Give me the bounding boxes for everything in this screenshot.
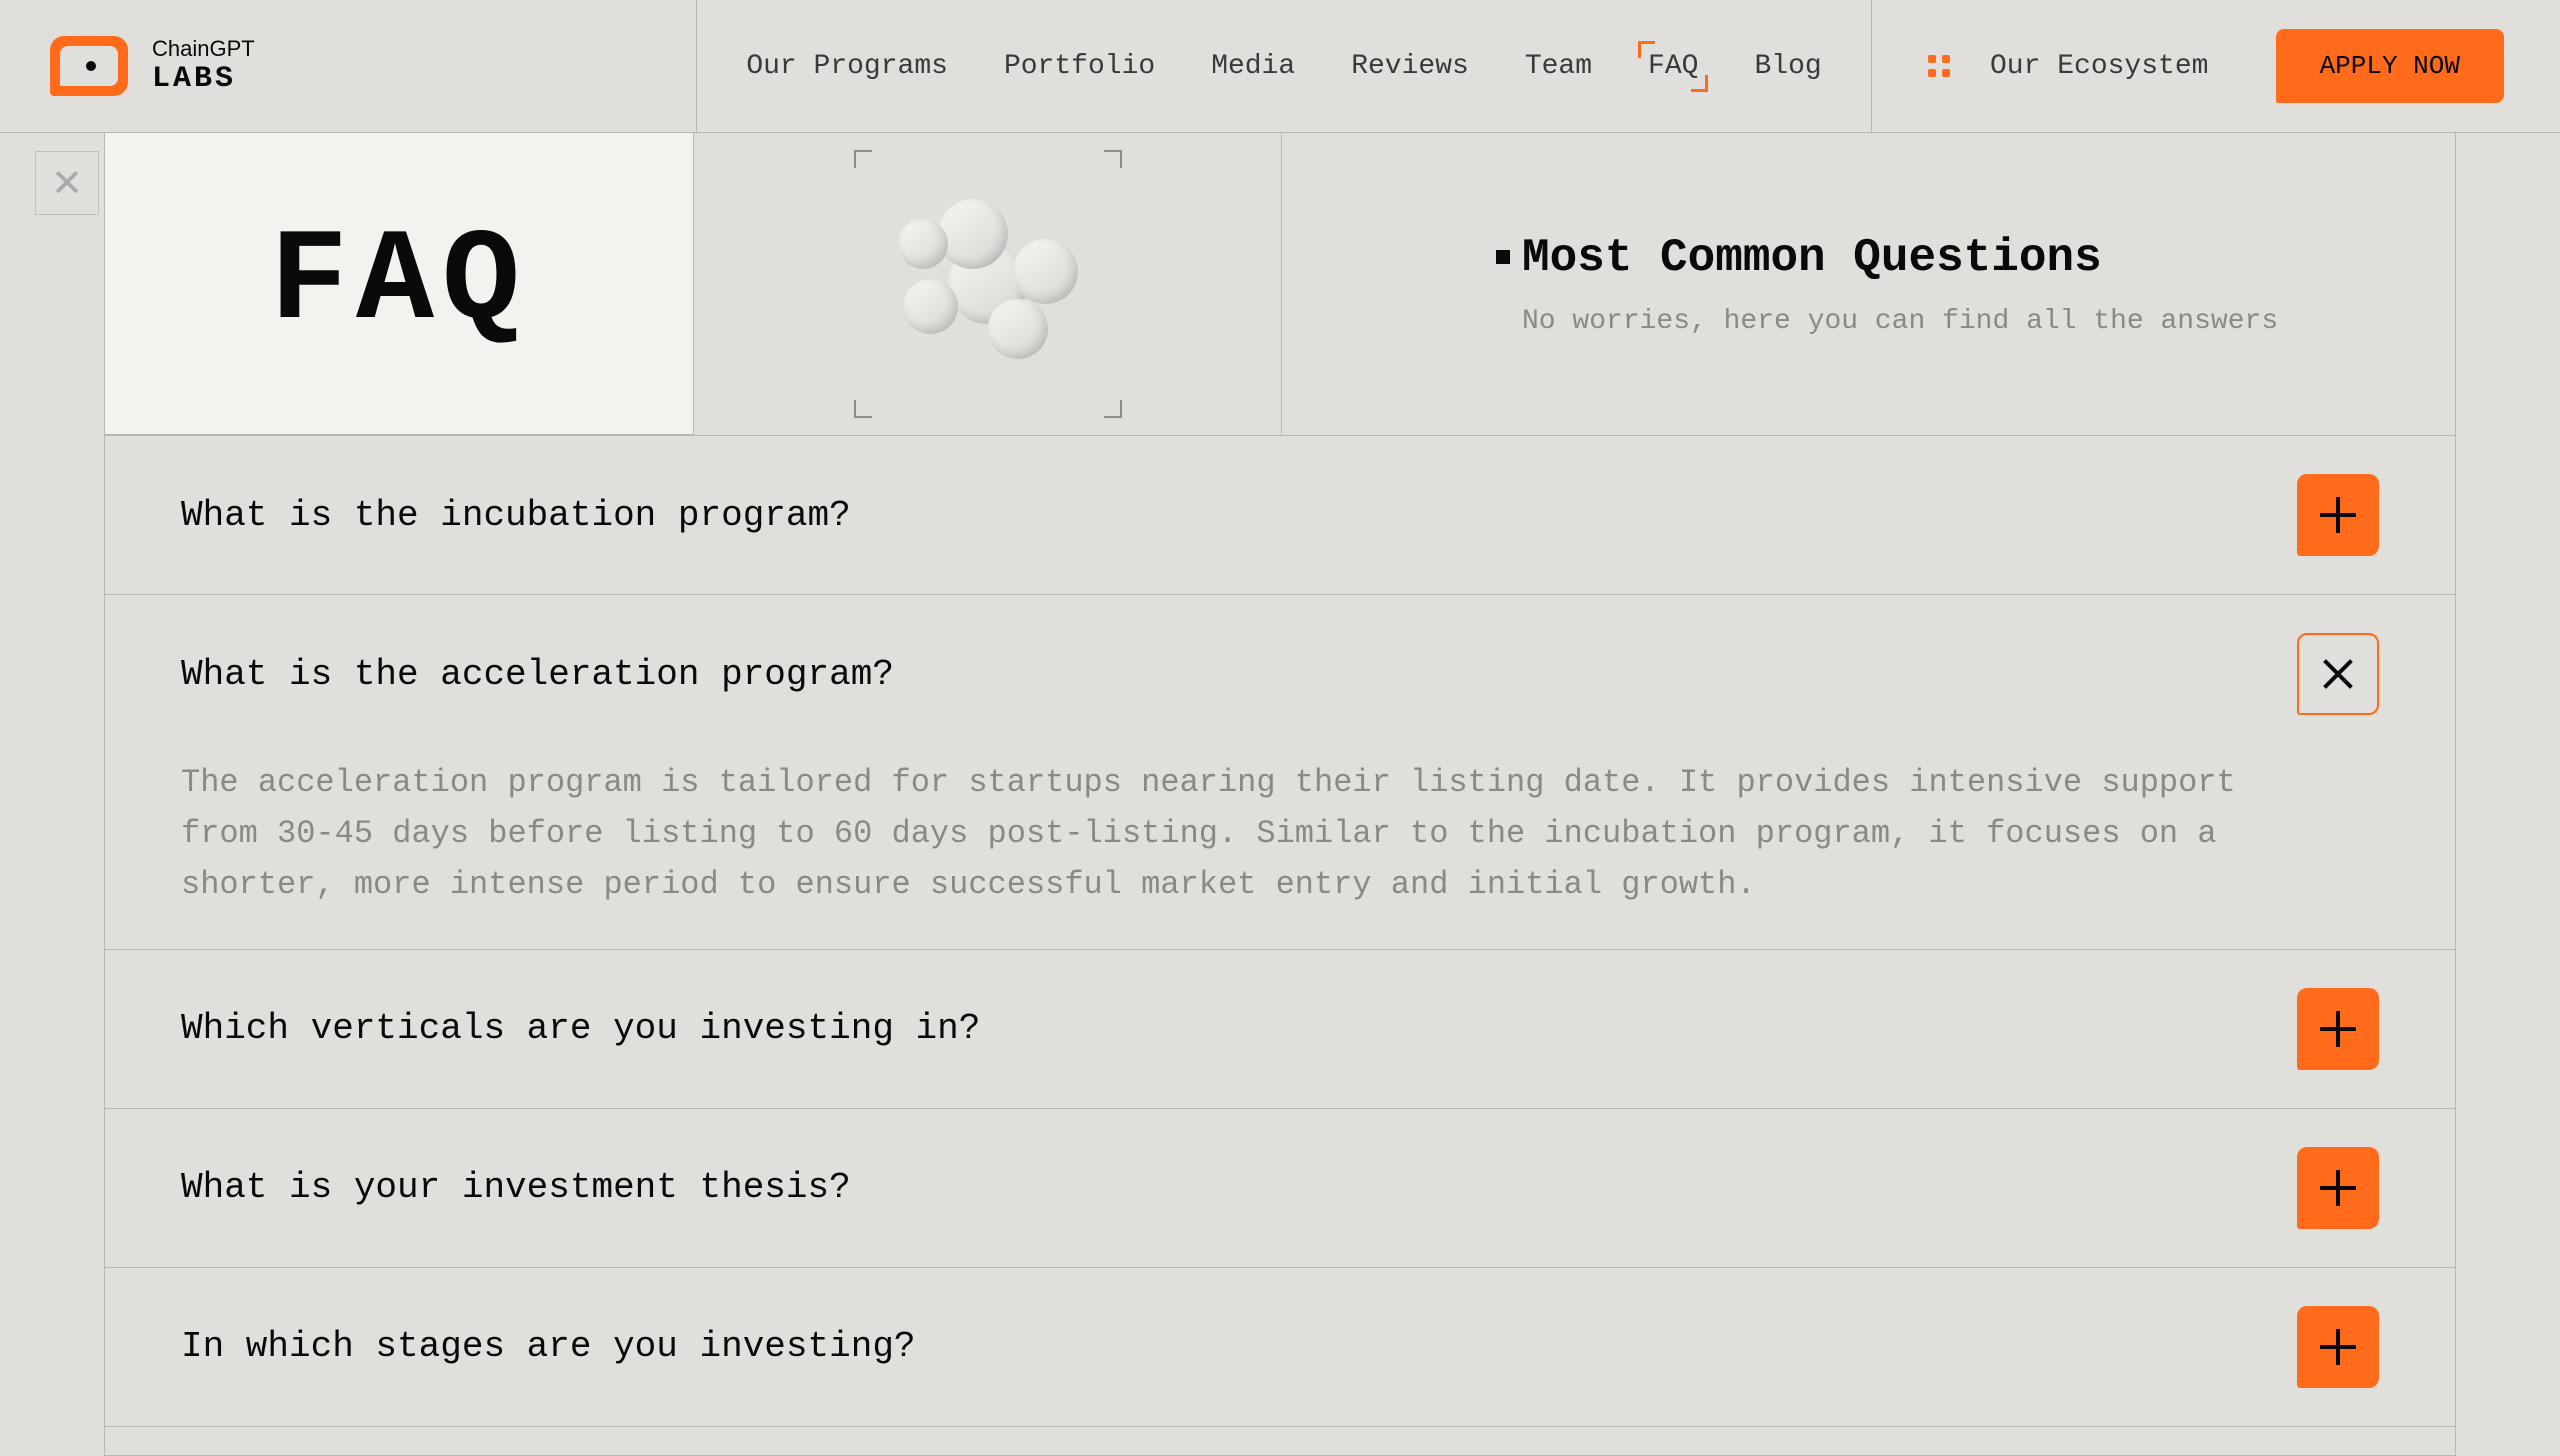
plus-icon [2320,497,2356,533]
faq-item: Which verticals are you investing in? [105,949,2455,1108]
faq-item: In which stages are you investing? [105,1267,2455,1426]
header-right: Our Ecosystem APPLY NOW [1872,0,2560,132]
brand-text: ChainGPT LABS [152,36,255,96]
faq-question: What is the acceleration program? [181,654,894,695]
header: ChainGPT LABS Our Programs Portfolio Med… [0,0,2560,133]
plus-icon [2320,1329,2356,1365]
decorative-3d-icon [854,150,1122,418]
hero-section: FAQ Most Common Questions No worries, he… [104,133,2456,435]
hero-heading: Most Common Questions [1522,232,2455,284]
nav-team[interactable]: Team [1525,51,1592,82]
close-icon[interactable]: ✕ [35,151,99,215]
faq-question: What is the incubation program? [181,495,851,536]
nav-portfolio[interactable]: Portfolio [1004,51,1155,82]
faq-question: Which verticals are you investing in? [181,1008,980,1049]
faq-item: What is your investment thesis? [105,1108,2455,1267]
faq-item [105,1426,2455,1456]
expand-button[interactable] [2297,474,2379,556]
ecosystem-link[interactable]: Our Ecosystem [1990,51,2236,82]
nav-faq[interactable]: FAQ [1648,51,1698,82]
hero-image-block [694,133,1282,435]
faq-list: What is the incubation program? What is … [104,435,2456,1456]
expand-button[interactable] [2297,1147,2379,1229]
main-content: ✕ FAQ Most Common Questions No worries, … [0,133,2560,1456]
faq-item: What is the incubation program? [105,435,2455,594]
faq-row[interactable]: What is the incubation program? [181,474,2379,556]
logo-section: ChainGPT LABS [0,0,697,132]
brand-top: ChainGPT [152,36,255,62]
plus-icon [2320,1011,2356,1047]
hero-text-block: Most Common Questions No worries, here y… [1282,133,2455,435]
close-icon [2321,657,2355,691]
grid-icon [1928,55,1950,77]
plus-icon [2320,1170,2356,1206]
faq-row[interactable]: Which verticals are you investing in? [181,988,2379,1070]
nav-reviews[interactable]: Reviews [1351,51,1469,82]
apply-button[interactable]: APPLY NOW [2276,29,2504,103]
nav-media[interactable]: Media [1211,51,1295,82]
nav-blog[interactable]: Blog [1754,51,1821,82]
collapse-button[interactable] [2297,633,2379,715]
faq-row[interactable]: In which stages are you investing? [181,1306,2379,1388]
faq-answer: The acceleration program is tailored for… [181,757,2291,911]
image-frame [854,150,1122,418]
faq-question: In which stages are you investing? [181,1326,916,1367]
faq-question: What is your investment thesis? [181,1167,851,1208]
brand-icon [50,36,128,96]
faq-item: What is the acceleration program? The ac… [105,594,2455,949]
faq-row[interactable]: What is the acceleration program? [181,633,2379,715]
hero-subtitle: No worries, here you can find all the an… [1522,306,2455,337]
main-nav: Our Programs Portfolio Media Reviews Tea… [697,0,1872,132]
expand-button[interactable] [2297,1306,2379,1388]
nav-programs[interactable]: Our Programs [746,51,948,82]
hero-title-block: FAQ [105,133,694,435]
faq-row[interactable]: What is your investment thesis? [181,1147,2379,1229]
brand-bottom: LABS [152,62,255,96]
expand-button[interactable] [2297,988,2379,1070]
page-title: FAQ [270,210,528,357]
